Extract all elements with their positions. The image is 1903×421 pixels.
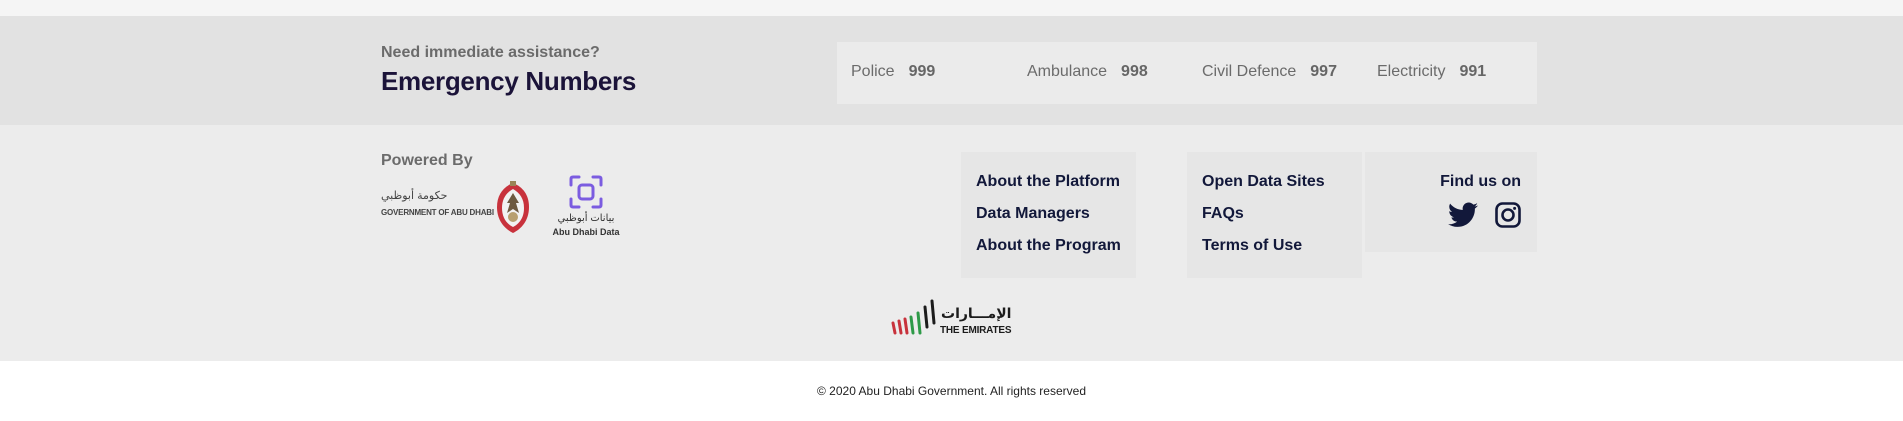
emergency-number-electricity[interactable]: Electricity 991	[1377, 63, 1486, 81]
emergency-subtitle: Need immediate assistance?	[381, 44, 600, 61]
find-us-label: Find us on	[1440, 173, 1521, 190]
emirates-stripes-icon	[891, 299, 936, 335]
footer-links-column-1: About the Platform Data Managers About t…	[961, 152, 1136, 278]
emergency-number-label: Ambulance	[1027, 63, 1108, 80]
powered-by-label: Powered By	[381, 152, 473, 169]
copyright-text: © 2020 Abu Dhabi Government. All rights …	[817, 384, 1086, 398]
footer-links-column-2: Open Data Sites FAQs Terms of Use	[1187, 152, 1362, 278]
emirates-logo-arabic: الإمـــارات	[941, 305, 1012, 321]
top-strip	[0, 0, 1903, 16]
footer-link-open-data-sites[interactable]: Open Data Sites	[1202, 173, 1325, 191]
the-emirates-logo[interactable]: الإمـــارات THE EMIRATES	[891, 297, 1015, 343]
emergency-number-label: Civil Defence	[1202, 63, 1297, 80]
footer-link-about-program[interactable]: About the Program	[976, 237, 1121, 255]
emergency-number-value: 999	[908, 63, 936, 80]
footer-link-terms-of-use[interactable]: Terms of Use	[1202, 237, 1302, 255]
gov-logo-english: GOVERNMENT OF ABU DHABI	[381, 208, 494, 217]
site-footer: Powered By حكومة أبوظبي GOVERNMENT OF AB…	[0, 125, 1903, 361]
data-logo-arabic: بيانات أبوظبي	[557, 213, 615, 224]
footer-link-about-platform[interactable]: About the Platform	[976, 173, 1120, 191]
emergency-number-civil-defence[interactable]: Civil Defence 997	[1202, 63, 1337, 81]
footer-link-faqs[interactable]: FAQs	[1202, 205, 1244, 223]
falcon-emblem-icon	[497, 181, 529, 233]
emergency-number-ambulance[interactable]: Ambulance 998	[1027, 63, 1148, 81]
emergency-section: Need immediate assistance? Emergency Num…	[0, 16, 1903, 125]
emergency-number-label: Police	[851, 63, 895, 80]
emergency-number-value: 991	[1459, 63, 1487, 80]
emergency-number-value: 998	[1121, 63, 1148, 80]
emergency-number-police[interactable]: Police 999	[851, 63, 935, 81]
social-links: Find us on	[1365, 152, 1537, 252]
emirates-logo-english: THE EMIRATES	[940, 325, 1012, 336]
gov-logo-arabic: حكومة أبوظبي	[381, 190, 448, 202]
data-logo-english: Abu Dhabi Data	[552, 227, 620, 237]
emergency-number-value: 997	[1310, 63, 1337, 80]
emergency-number-label: Electricity	[1377, 63, 1446, 80]
instagram-icon[interactable]	[1495, 202, 1521, 228]
emergency-numbers-box: Police 999 Ambulance 998 Civil Defence 997 …	[837, 42, 1537, 104]
footer-link-data-managers[interactable]: Data Managers	[976, 205, 1090, 223]
abu-dhabi-data-logo[interactable]: بيانات أبوظبي Abu Dhabi Data	[550, 173, 622, 243]
abu-dhabi-government-logo[interactable]: حكومة أبوظبي GOVERNMENT OF ABU DHABI	[381, 179, 533, 235]
twitter-icon[interactable]	[1448, 202, 1478, 228]
data-frame-icon	[569, 175, 603, 209]
emergency-title: Emergency Numbers	[381, 66, 637, 96]
